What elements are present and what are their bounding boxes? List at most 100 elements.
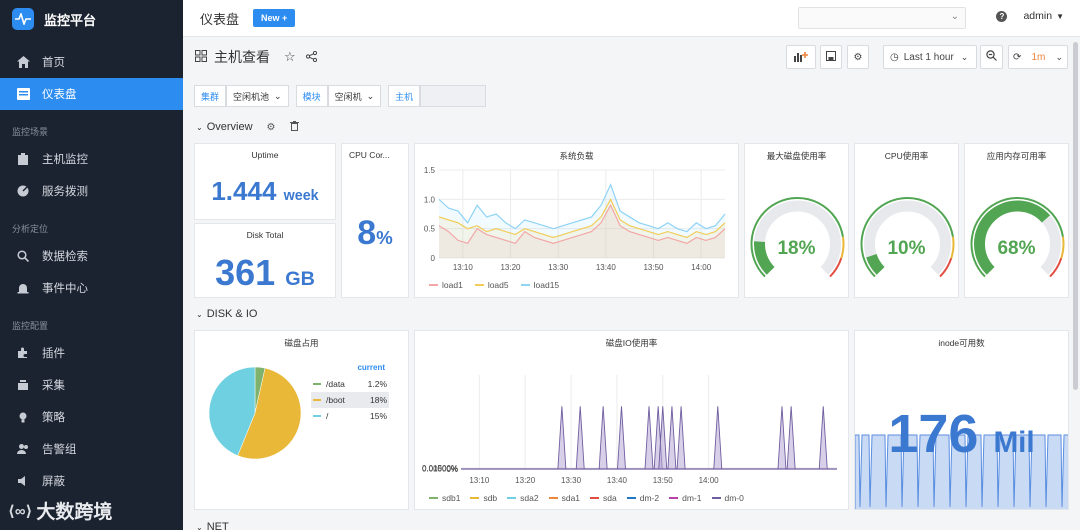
- chevron-down-icon: ⌄: [196, 522, 203, 530]
- panel-inode[interactable]: inode可用数 176 Mil: [854, 330, 1069, 510]
- gear-icon[interactable]: ⚙: [267, 122, 276, 133]
- variable-select-host[interactable]: [420, 85, 487, 107]
- sidebar-item-host-monitor[interactable]: 主机监控: [0, 143, 183, 175]
- legend-value: 1.2%: [367, 379, 387, 389]
- panel-disk-io[interactable]: 磁盘IO使用率 0% 0.00500% 0.01000% 0.01500% 13:10 1…: [414, 330, 849, 510]
- variable-label-host: 主机: [388, 85, 421, 107]
- user-menu[interactable]: ? admin ▼: [996, 10, 1064, 22]
- legend-item[interactable]: load15: [520, 280, 559, 290]
- chart-legend: sdb1 sdb sda2 sda1 sda dm-2 dm-1 dm-0: [429, 493, 754, 503]
- grid-icon: [195, 49, 207, 65]
- variable-value: 空闲机: [334, 91, 362, 102]
- pie-legend-row[interactable]: /boot 18%: [311, 392, 389, 408]
- panel-title: CPU Cor...: [349, 150, 390, 160]
- row-net[interactable]: ⌄ NET: [196, 518, 229, 530]
- legend-item[interactable]: sda1: [548, 493, 581, 503]
- variable-select-module[interactable]: 空闲机 ⌄: [327, 85, 382, 107]
- panel-title: Disk Total: [246, 230, 284, 240]
- zoom-out-button[interactable]: [980, 45, 1003, 69]
- panel-title: 应用内存可用率: [986, 151, 1047, 161]
- panel-title: Uptime: [251, 150, 279, 160]
- stat-number: 1.444: [211, 176, 277, 206]
- pie-legend-row[interactable]: / 15%: [311, 408, 389, 424]
- row-disk-io[interactable]: ⌄ DISK & IO: [196, 305, 257, 323]
- panel-cpu-cores[interactable]: CPU Cor... 8%: [341, 143, 409, 298]
- zoom-out-icon: [986, 50, 997, 64]
- panel-gauge-disk[interactable]: 最大磁盘使用率 18%: [744, 143, 849, 298]
- legend-item[interactable]: load5: [474, 280, 509, 290]
- new-button[interactable]: New +: [253, 9, 296, 27]
- chart-legend: load1 load5 load15: [429, 280, 571, 290]
- x-tick-label: 14:00: [699, 476, 720, 485]
- refresh-interval[interactable]: 1m: [1031, 52, 1045, 63]
- legend-item[interactable]: dm-2: [626, 493, 659, 503]
- page-scrollbar[interactable]: [1073, 42, 1078, 390]
- system-load-chart: 0 0.5 1.0 1.5 13:10 13:20 13:30 13:40 13:50 14:00: [424, 166, 726, 272]
- time-range-picker[interactable]: ◷ Last 1 hour ⌄: [883, 45, 977, 69]
- refresh-button[interactable]: ⟳ 1m ⌄: [1008, 45, 1068, 69]
- sidebar-item-data-search[interactable]: 数据检索: [0, 240, 183, 272]
- legend-item[interactable]: sdb1: [429, 493, 460, 503]
- panel-uptime[interactable]: Uptime 1.444 week: [194, 143, 336, 220]
- sidebar-item-label: 数据检索: [42, 251, 88, 263]
- y-tick-label: 0.5: [424, 225, 436, 234]
- panel-disk-usage[interactable]: 磁盘占用 current /data 1.2% /boot 18% / 15%: [194, 330, 409, 510]
- x-tick-label: 13:10: [453, 263, 474, 272]
- star-icon[interactable]: ☆: [284, 49, 296, 65]
- gauge-value: 68%: [997, 238, 1036, 259]
- stat-number: 176: [888, 404, 979, 464]
- legend-item[interactable]: sda: [590, 493, 617, 503]
- sidebar-item-label: 主机监控: [42, 154, 88, 166]
- stat-value: 361 GB: [195, 252, 335, 294]
- legend-swatch: [313, 399, 321, 401]
- panel-system-load[interactable]: 系统负载 0 0.5 1.0 1.5 13:10 13:20 13:30 13:40 13:50…: [414, 143, 739, 298]
- pie-legend-row[interactable]: /data 1.2%: [311, 376, 389, 392]
- legend-item[interactable]: sda2: [507, 493, 539, 503]
- legend-swatch: [313, 415, 321, 417]
- add-panel-button[interactable]: [786, 45, 816, 69]
- panel-disk-total[interactable]: Disk Total 361 GB: [194, 223, 336, 298]
- legend-label: sdb: [483, 493, 498, 503]
- panel-gauge-cpu[interactable]: CPU使用率 10%: [854, 143, 959, 298]
- x-tick-label: 13:20: [515, 476, 536, 485]
- trash-icon[interactable]: [289, 120, 299, 134]
- io-spike: [617, 406, 626, 470]
- help-icon[interactable]: ?: [996, 10, 1008, 22]
- row-title: DISK & IO: [206, 308, 258, 320]
- gear-icon: ⚙: [853, 51, 863, 63]
- sidebar-item-collect[interactable]: 采集: [0, 369, 183, 401]
- variable-value: 空闲机池: [233, 91, 270, 102]
- sidebar-item-label: 事件中心: [42, 283, 88, 295]
- dashboard-title[interactable]: 主机查看: [214, 47, 270, 67]
- panel-gauge-mem[interactable]: 应用内存可用率 68%: [964, 143, 1069, 298]
- legend-item[interactable]: dm-1: [669, 493, 702, 503]
- sidebar-item-service-probe[interactable]: 服务拨测: [0, 175, 183, 207]
- sidebar-item-dashboard[interactable]: 仪表盘: [0, 78, 183, 110]
- sidebar-item-mute[interactable]: 屏蔽: [0, 465, 183, 497]
- legend-item[interactable]: load1: [429, 280, 463, 290]
- io-spike: [575, 406, 585, 470]
- legend-item[interactable]: sdb: [470, 493, 497, 503]
- sidebar-item-home[interactable]: 首页: [0, 46, 183, 78]
- panel-title: 磁盘占用: [284, 338, 319, 348]
- sidebar-item-label: 策略: [42, 412, 65, 424]
- settings-button[interactable]: ⚙: [847, 45, 869, 69]
- variable-select-cluster[interactable]: 空闲机池 ⌄: [226, 85, 289, 107]
- search-select[interactable]: ⌄: [798, 7, 966, 29]
- row-overview[interactable]: ⌄ Overview ⚙: [196, 118, 299, 136]
- x-tick-label: 13:40: [596, 263, 617, 272]
- legend-item[interactable]: dm-0: [711, 493, 744, 503]
- sidebar-item-event-center[interactable]: 事件中心: [0, 272, 183, 304]
- share-icon[interactable]: [305, 50, 317, 65]
- legend-label: sda1: [561, 493, 581, 503]
- save-button[interactable]: [820, 45, 842, 69]
- variable-label-cluster: 集群: [194, 85, 227, 107]
- app-logo[interactable]: 监控平台: [0, 0, 183, 38]
- sidebar-item-strategy[interactable]: 策略: [0, 401, 183, 433]
- sidebar-item-label: 采集: [42, 380, 65, 392]
- sidebar-item-alarm-group[interactable]: 告警组: [0, 433, 183, 465]
- sidebar-item-plugin[interactable]: 插件: [0, 337, 183, 369]
- sidebar-item-label: 仪表盘: [42, 89, 77, 101]
- refresh-icon: ⟳: [1013, 51, 1022, 63]
- panel-title: 系统负载: [559, 151, 594, 161]
